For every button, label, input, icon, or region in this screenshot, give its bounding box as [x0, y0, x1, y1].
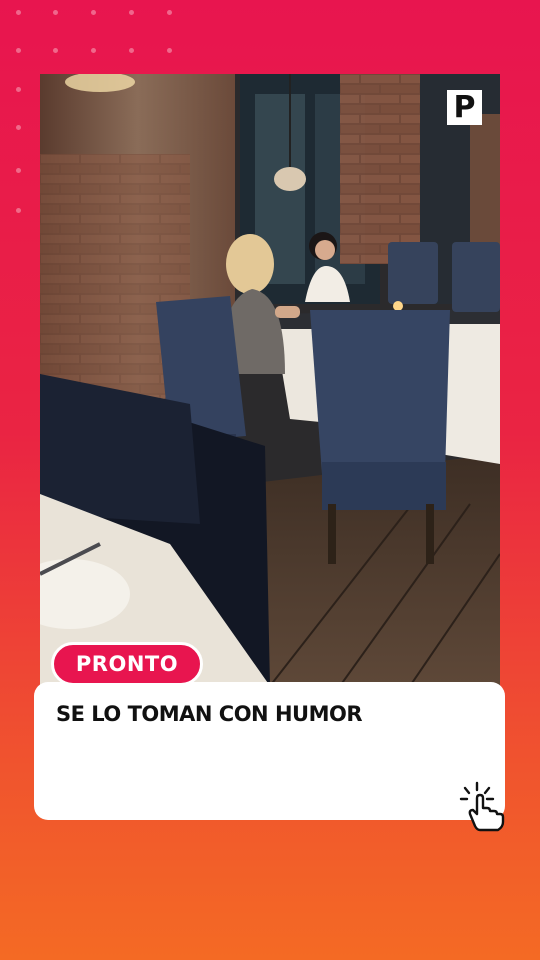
category-badge: PRONTO: [51, 642, 203, 686]
tap-hand-icon[interactable]: [458, 780, 512, 832]
headline-card[interactable]: SE LO TOMAN CON HUMOR: [34, 682, 505, 820]
restaurant-photo: P: [40, 74, 500, 686]
pronto-logo-icon: P: [447, 90, 482, 125]
restaurant-scene-illustration: [40, 74, 500, 686]
headline-text: SE LO TOMAN CON HUMOR: [56, 702, 363, 726]
